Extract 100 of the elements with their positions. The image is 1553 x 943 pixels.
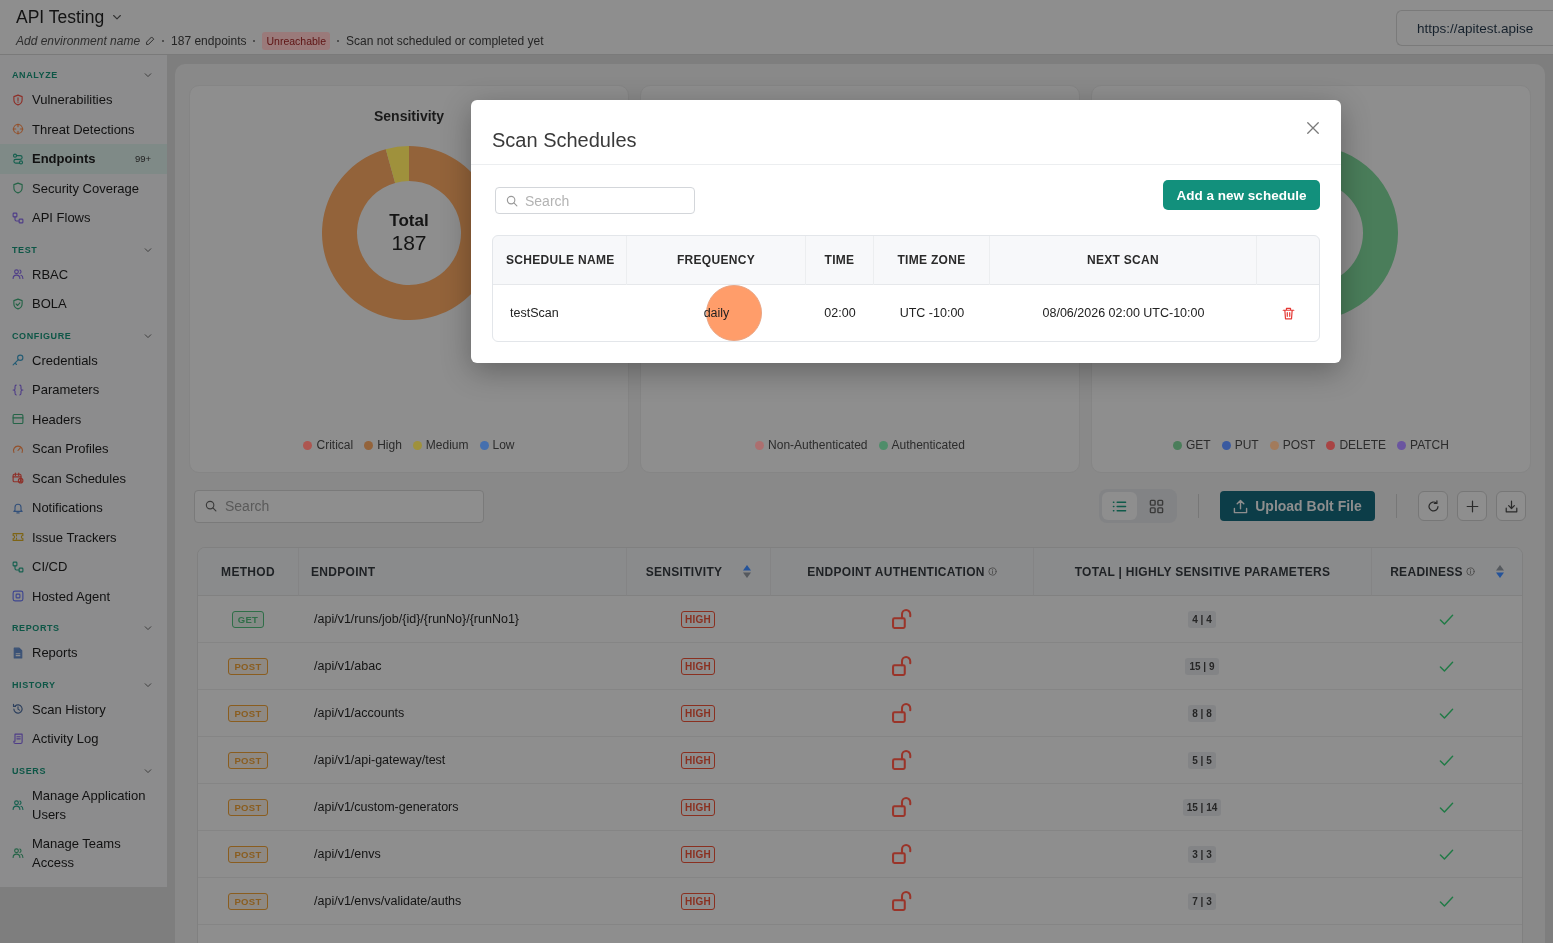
column-header: SCHEDULE NAME (506, 253, 615, 267)
legend-label: High (377, 438, 402, 452)
sidebar-item[interactable]: Activity Log (0, 724, 167, 754)
grid-icon (1149, 498, 1164, 514)
legend-label: DELETE (1339, 438, 1387, 452)
sensitivity-badge: HIGH (680, 751, 716, 769)
legend-label: GET (1186, 438, 1211, 452)
sidebar-item[interactable]: Security Coverage (0, 173, 167, 203)
sidebar-item[interactable]: Scan Schedules (0, 463, 167, 493)
column-header: ENDPOINT (311, 564, 376, 579)
column-header: ENDPOINT AUTHENTICATION (807, 564, 985, 579)
url-field[interactable]: https://apitest.apise (1396, 10, 1553, 46)
method-badge: POST (228, 751, 268, 769)
method-badge: POST (228, 892, 268, 910)
legend-label: PATCH (1410, 438, 1449, 452)
chart-title: Sensitivity (374, 108, 444, 124)
legend-label: Authenticated (891, 438, 965, 452)
sidebar-item[interactable]: Manage Teams Access (0, 828, 167, 877)
column-header: NEXT SCAN (1086, 253, 1159, 267)
method-badge: POST (228, 704, 268, 722)
legend-label: PUT (1234, 438, 1259, 452)
legend-label: Medium (425, 438, 469, 452)
sidebar-item[interactable]: Hosted Agent (0, 581, 167, 611)
ticket-icon (12, 531, 24, 544)
trash-icon[interactable] (1281, 306, 1295, 320)
chart-center-label: Total (389, 211, 429, 231)
sidebar-item[interactable]: Notifications (0, 493, 167, 523)
sort-icon[interactable] (743, 565, 752, 578)
sidebar-item[interactable]: CI/CD (0, 552, 167, 582)
refresh-icon (1426, 499, 1440, 513)
sidebar-item[interactable]: BOLA (0, 289, 167, 319)
plus-icon (1465, 499, 1479, 513)
endpoint-path: /api/v1/runs/job/{id}/{runNo}/{runNo1} (314, 612, 519, 626)
sensitivity-badge: HIGH (680, 845, 716, 863)
sidebar-item[interactable]: Scan Profiles (0, 434, 167, 464)
endpoint-path: /api/v1/accounts (314, 706, 405, 720)
parameter-count: 15 | 9 (1185, 657, 1219, 675)
pencil-icon[interactable] (145, 36, 156, 46)
sort-icon[interactable] (1495, 565, 1504, 578)
chart-center-value: 187 (391, 230, 427, 255)
endpoint-count: 187 endpoints (171, 34, 247, 48)
search-icon (506, 194, 518, 207)
sidebar-item[interactable]: Endpoints 99+ (0, 144, 167, 174)
sidebar-item[interactable]: Threat Detections (0, 114, 167, 144)
status-badge: Unreachable (262, 32, 331, 50)
download-icon (1504, 499, 1518, 513)
route-icon (12, 152, 24, 165)
crosshair-icon (12, 123, 24, 136)
table-cell: testScan (510, 306, 559, 320)
sidebar-item[interactable]: Headers (0, 404, 167, 434)
sidebar-item[interactable]: Parameters (0, 375, 167, 405)
sidebar-item[interactable]: API Flows (0, 203, 167, 233)
sensitivity-badge: HIGH (680, 704, 716, 722)
parameter-count: 7 | 3 (1188, 892, 1216, 910)
close-icon[interactable] (1306, 121, 1320, 135)
sidebar-item[interactable]: Scan History (0, 694, 167, 724)
list-view-button[interactable] (1102, 492, 1137, 520)
endpoint-path: /api/v1/custom-generators (314, 800, 459, 814)
method-badge: POST (228, 845, 268, 863)
users-icon (12, 268, 24, 281)
shield-check-icon (12, 297, 24, 310)
endpoint-path: /api/v1/api-gateway/test (314, 753, 446, 767)
sidebar-item[interactable]: RBAC (0, 259, 167, 289)
endpoint-path: /api/v1/abac (314, 659, 382, 673)
environment-name[interactable]: Add environment name (16, 34, 141, 48)
sidebar-item[interactable]: Issue Trackers (0, 522, 167, 552)
flow-icon (12, 560, 24, 573)
users-icon (12, 846, 24, 859)
sensitivity-badge: HIGH (680, 798, 716, 816)
braces-icon (12, 383, 24, 396)
parameter-count: 5 | 5 (1188, 751, 1216, 769)
column-header: FREQUENCY (676, 253, 755, 267)
users-icon (12, 798, 24, 811)
legend-label: Non-Authenticated (768, 438, 868, 452)
chip-icon (12, 590, 24, 603)
parameter-count: 4 | 4 (1188, 610, 1216, 628)
column-header: TOTAL | HIGHLY SENSITIVE PARAMETERS (1074, 564, 1331, 579)
scroll-icon (12, 732, 24, 745)
column-header: READINESS (1390, 564, 1463, 579)
bell-icon (12, 501, 24, 514)
add-schedule-button[interactable]: Add a new schedule (1163, 180, 1320, 210)
sidebar-item[interactable]: Vulnerabilities (0, 85, 167, 115)
refresh-button[interactable] (1418, 491, 1448, 521)
endpoint-path: /api/v1/envs (314, 847, 381, 861)
legend-label: Low (492, 438, 515, 452)
upload-button[interactable]: Upload Bolt File (1220, 491, 1375, 521)
add-button[interactable] (1457, 491, 1487, 521)
key-icon (12, 354, 24, 367)
table-cell: 08/06/2026 02:00 UTC-10:00 (1042, 306, 1205, 320)
sidebar-item[interactable]: Credentials (0, 345, 167, 375)
sensitivity-badge: HIGH (680, 892, 716, 910)
column-header: TIME (824, 253, 855, 267)
table-cell: 02:00 (824, 306, 856, 320)
sensitivity-badge: HIGH (680, 657, 716, 675)
method-badge: GET (231, 610, 265, 628)
sidebar-item[interactable]: Manage Application Users (0, 780, 167, 829)
download-button[interactable] (1496, 491, 1526, 521)
shield-alert-icon (12, 93, 24, 106)
sidebar-item[interactable]: Reports (0, 638, 167, 668)
shield-icon (12, 182, 24, 195)
